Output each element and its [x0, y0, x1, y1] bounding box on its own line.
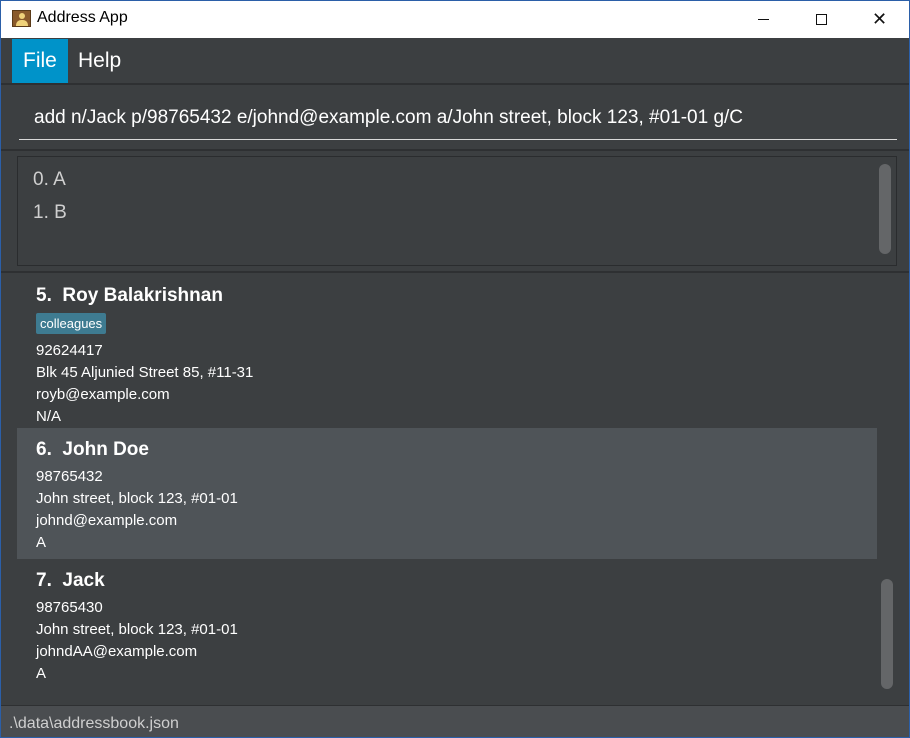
person-list[interactable]: 5. Roy Balakrishnan colleagues 92624417 … [17, 287, 877, 692]
menu-help[interactable]: Help [67, 39, 132, 83]
person-phone: 92624417 [36, 342, 103, 359]
close-button[interactable]: ✕ [850, 1, 908, 38]
person-address: Blk 45 Aljunied Street 85, #11-31 [36, 364, 254, 381]
person-card[interactable]: 5. Roy Balakrishnan colleagues 92624417 … [17, 287, 877, 428]
title-bar[interactable]: Address App ✕ [1, 1, 909, 38]
person-group: A [36, 665, 47, 682]
person-group: N/A [36, 408, 62, 425]
status-bar: .\data\addressbook.json [1, 705, 909, 737]
address-book-icon [12, 10, 31, 27]
person-phone: 98765430 [36, 599, 103, 616]
app-window: Address App ✕ File Help 0. A 1. B 5. [0, 0, 910, 738]
result-line: 0. A [33, 169, 66, 190]
person-group: A [36, 534, 47, 551]
save-file-path: .\data\addressbook.json [9, 715, 179, 732]
person-index: 7. [36, 570, 52, 591]
person-name: John Doe [62, 439, 149, 460]
person-address: John street, block 123, #01-01 [36, 621, 238, 638]
menu-file[interactable]: File [12, 39, 68, 83]
person-name-line: 7. Jack [36, 570, 105, 592]
person-email: royb@example.com [36, 386, 170, 403]
person-email: johnd@example.com [36, 512, 178, 529]
list-scrollbar-thumb[interactable] [881, 579, 893, 689]
person-address: John street, block 123, #01-01 [36, 490, 238, 507]
person-list-panel: 5. Roy Balakrishnan colleagues 92624417 … [1, 273, 909, 703]
list-scrollbar[interactable] [879, 287, 897, 692]
person-name: Roy Balakrishnan [62, 287, 223, 306]
close-icon: ✕ [872, 9, 888, 30]
result-display[interactable]: 0. A 1. B [17, 156, 897, 266]
person-name-line: 6. John Doe [36, 439, 149, 461]
person-card[interactable]: 7. Jack 98765430 John street, block 123,… [17, 559, 877, 692]
maximize-icon [816, 14, 827, 25]
command-box [1, 85, 909, 149]
minimize-button[interactable] [734, 1, 792, 38]
person-name: Jack [62, 570, 105, 591]
result-scrollbar[interactable] [879, 164, 891, 254]
menu-bar: File Help [11, 39, 909, 83]
person-index: 6. [36, 439, 52, 460]
minimize-icon [758, 19, 769, 20]
person-card-selected[interactable]: 6. John Doe 98765432 John street, block … [17, 428, 877, 559]
result-line: 1. B [33, 202, 67, 223]
command-divider [1, 149, 909, 151]
tag-badge: colleagues [36, 313, 107, 334]
window-title: Address App [37, 9, 128, 26]
maximize-button[interactable] [792, 1, 850, 38]
person-email: johndAA@example.com [36, 643, 198, 660]
person-phone: 98765432 [36, 468, 103, 485]
command-input[interactable] [19, 97, 897, 140]
person-index: 5. [36, 287, 52, 306]
person-name-line: 5. Roy Balakrishnan [36, 287, 223, 307]
